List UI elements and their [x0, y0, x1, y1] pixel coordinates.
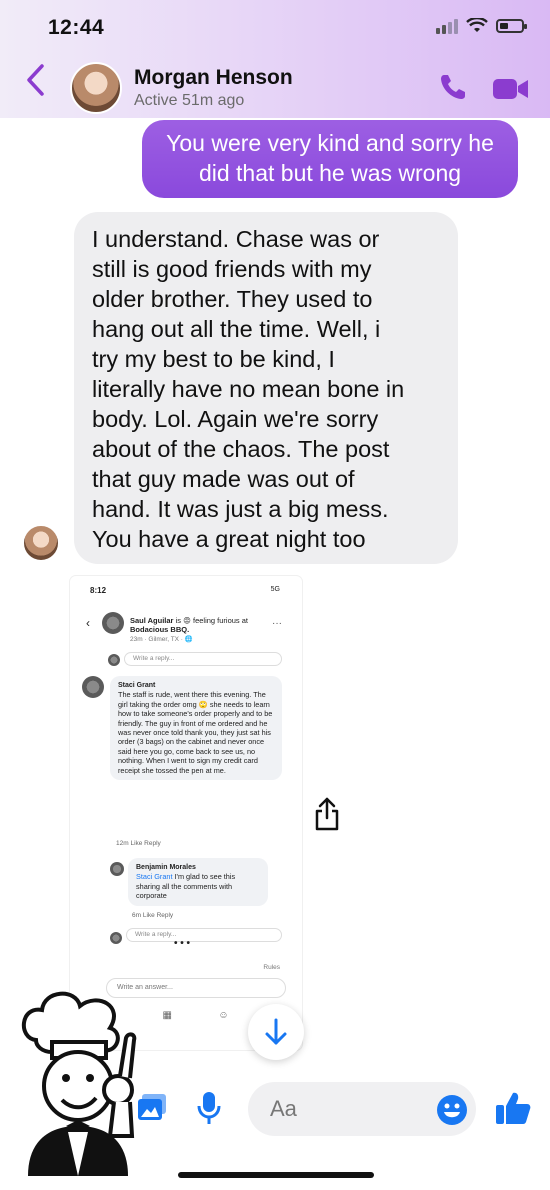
battery-icon: [496, 19, 527, 33]
screenshot-status-signal: 5G: [270, 586, 280, 593]
screenshot-reply-box-2: Write a reply...: [126, 928, 282, 942]
screenshot-reply-box: Write a reply...: [124, 652, 282, 666]
image-icon[interactable]: [136, 1092, 168, 1122]
screenshot-reply-avatar-2: [110, 932, 122, 944]
screenshot-reply-avatar: [108, 654, 120, 666]
screenshot-groups-icon: ☺: [218, 1010, 229, 1021]
chef-mascot-logo: [21, 991, 137, 1176]
share-icon[interactable]: [312, 796, 342, 832]
screenshot-reply-actions: 6m Like Reply: [132, 912, 174, 919]
screenshot-author-avatar: [102, 612, 124, 634]
status-time: 12:44: [48, 16, 105, 39]
video-camera-icon[interactable]: [492, 76, 530, 102]
screenshot-status-time: 8:12: [90, 586, 107, 595]
signal-icon: [436, 18, 458, 34]
phone-icon[interactable]: [438, 72, 468, 102]
thumbs-up-icon[interactable]: [494, 1090, 532, 1126]
scroll-to-bottom-button[interactable]: [248, 1004, 304, 1060]
outgoing-message-bubble[interactable]: You were very kind and sorry he did that…: [142, 120, 518, 198]
contact-avatar[interactable]: [70, 62, 122, 114]
shared-screenshot-image[interactable]: 8:12 5G ‹ Saul Aguilar is 😡 feeling furi…: [70, 576, 302, 1050]
screenshot-reply-comment: Benjamin Morales Staci Grant I'm glad to…: [128, 858, 268, 906]
active-status: Active 51m ago: [134, 92, 245, 109]
incoming-message-bubble[interactable]: I understand. Chase was or still is good…: [74, 212, 458, 564]
screenshot-more-icon: ···: [272, 618, 282, 629]
screenshot-reply-author-avatar: [110, 862, 124, 876]
screenshot-more-dots: • • •: [174, 938, 191, 949]
screenshot-back-icon: ‹: [86, 616, 90, 630]
microphone-icon[interactable]: [196, 1090, 222, 1126]
screenshot-comment: Staci Grant The staff is rude, went ther…: [110, 676, 282, 781]
wifi-icon: [466, 18, 488, 32]
incoming-message-text: I understand. Chase was or still is good…: [92, 226, 405, 552]
screenshot-post-header: Saul Aguilar is 😡 feeling furious at Bod…: [130, 616, 249, 643]
sender-avatar: [22, 524, 60, 562]
screenshot-comment-actions: 12m Like Reply: [116, 840, 161, 847]
emoji-icon[interactable]: [436, 1094, 468, 1126]
screenshot-rules: Rules: [263, 964, 280, 971]
contact-name[interactable]: Morgan Henson: [134, 66, 293, 90]
arrow-down-icon: [265, 1018, 287, 1045]
back-arrow-icon[interactable]: [24, 62, 46, 105]
screenshot-commenter-avatar: [82, 676, 104, 698]
home-indicator: [178, 1172, 374, 1178]
status-icons: [436, 18, 527, 34]
